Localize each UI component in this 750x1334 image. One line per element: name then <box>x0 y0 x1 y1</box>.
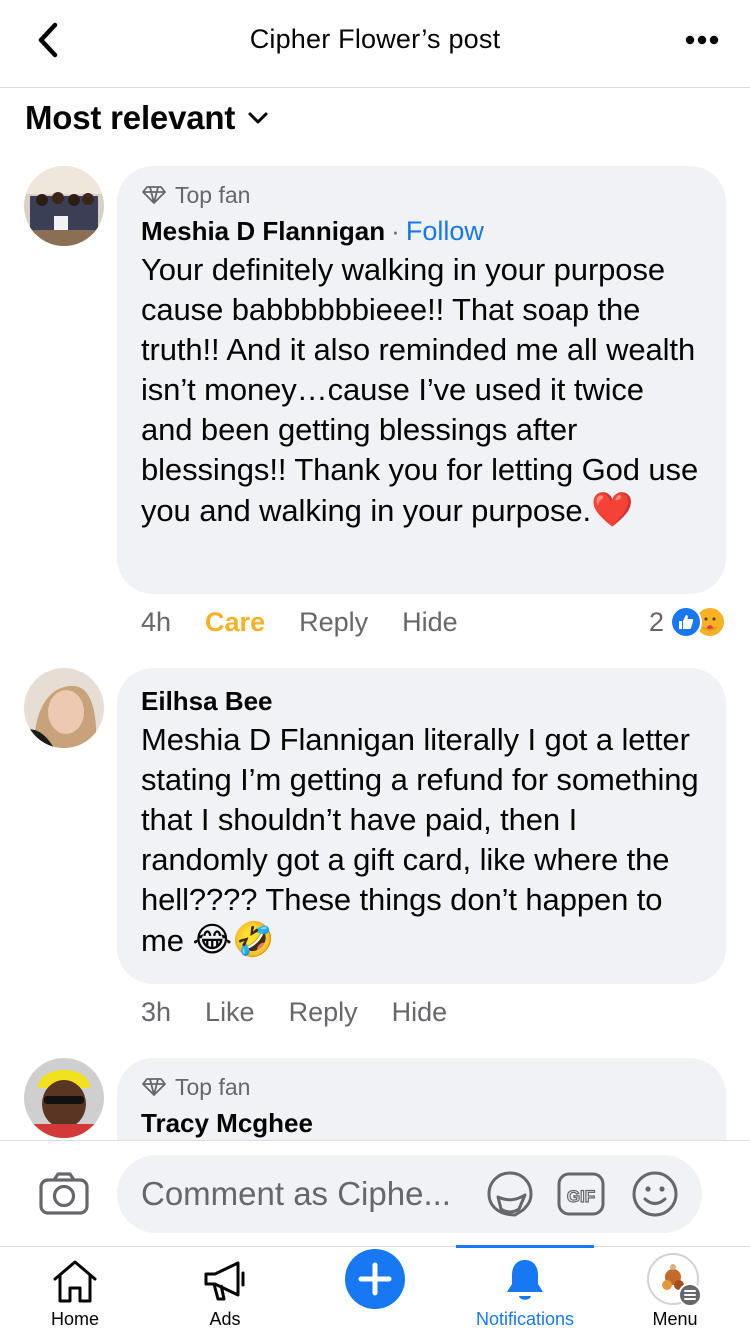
avatar[interactable] <box>24 1058 104 1138</box>
tab-notifications[interactable]: Notifications <box>450 1247 600 1334</box>
tab-ads[interactable]: Ads <box>150 1247 300 1334</box>
follow-link[interactable]: Follow <box>406 216 484 247</box>
comment-text: Meshia D Flannigan literally I got a let… <box>141 722 699 959</box>
sticker-button[interactable] <box>485 1169 535 1219</box>
more-options-button[interactable] <box>680 22 724 58</box>
avatar-photo <box>24 668 104 748</box>
like-button[interactable]: Like <box>205 997 255 1028</box>
avatar[interactable] <box>24 166 104 246</box>
hide-button[interactable]: Hide <box>402 607 458 638</box>
smiley-icon <box>632 1171 678 1217</box>
camera-button[interactable] <box>38 1171 90 1217</box>
svg-text:GIF: GIF <box>567 1187 595 1206</box>
sort-label: Most relevant <box>25 99 236 136</box>
menu-avatar-icon <box>647 1253 702 1307</box>
top-bar: Cipher Flower’s post <box>0 0 750 88</box>
separator-dot: · <box>391 215 400 246</box>
comment-time: 3h <box>141 996 172 1027</box>
camera-icon <box>39 1172 89 1215</box>
tab-menu[interactable]: Menu <box>600 1247 750 1334</box>
avatar[interactable] <box>24 668 104 748</box>
heart-emoji: ❤️ <box>591 491 634 529</box>
bell-icon <box>507 1260 543 1300</box>
comment-text: Your definitely walking in your purpose … <box>141 252 699 529</box>
gif-icon: GIF <box>557 1172 605 1216</box>
comment-author[interactable]: Meshia D Flannigan <box>141 216 385 247</box>
top-fan-badge: Top fan <box>141 180 702 210</box>
comment-bubble[interactable]: Top fan Meshia D Flannigan · Follow Your… <box>117 166 726 594</box>
reaction-summary[interactable]: 2 <box>649 602 726 642</box>
laughing-emoji: 😂🤣 <box>192 921 275 959</box>
hide-button[interactable]: Hide <box>392 997 448 1028</box>
diamond-icon <box>142 186 166 204</box>
like-reaction-icon <box>670 606 702 638</box>
comment-actions: 3h Like Reply Hide <box>141 992 447 1032</box>
tab-label: Home <box>50 1309 99 1329</box>
comment-author[interactable]: Tracy Mcghee <box>141 1108 313 1139</box>
tab-label: Menu <box>652 1309 698 1329</box>
comment-actions: 4h Care Reply Hide <box>141 602 458 642</box>
tab-home[interactable]: Home <box>0 1247 150 1334</box>
care-button[interactable]: Care <box>205 607 265 638</box>
comment-composer: GIF <box>0 1140 750 1246</box>
avatar-photo <box>24 166 104 246</box>
badge-label: Top fan <box>175 1073 251 1100</box>
emoji-button[interactable] <box>630 1169 680 1219</box>
tab-label: Notifications <box>475 1309 575 1329</box>
chevron-down-icon <box>248 112 268 124</box>
megaphone-icon <box>204 1261 245 1301</box>
home-icon <box>53 1260 97 1303</box>
comment-list: Top fan Meshia D Flannigan · Follow Your… <box>0 150 750 1140</box>
tab-create[interactable] <box>300 1247 450 1334</box>
reply-button[interactable]: Reply <box>289 997 358 1028</box>
bottom-tab-bar: Home Ads Notifications Menu <box>0 1245 750 1334</box>
more-dots-icon <box>685 35 719 45</box>
comment-bubble[interactable]: Eilhsa Bee Meshia D Flannigan literally … <box>117 668 726 984</box>
reply-button[interactable]: Reply <box>299 607 368 638</box>
comment-time: 4h <box>141 606 172 637</box>
sort-selector[interactable]: Most relevant <box>25 96 269 140</box>
plus-icon <box>345 1249 405 1309</box>
gif-button[interactable]: GIF <box>556 1169 606 1219</box>
reaction-count: 2 <box>648 606 664 637</box>
sticker-icon <box>487 1171 533 1217</box>
tab-label: Ads <box>209 1309 241 1329</box>
badge-label: Top fan <box>175 181 251 208</box>
avatar-photo <box>24 1058 104 1138</box>
comment-input[interactable] <box>117 1155 702 1233</box>
comment-bubble[interactable]: Top fan Tracy Mcghee <box>117 1058 726 1140</box>
diamond-icon <box>142 1078 166 1096</box>
top-fan-badge: Top fan <box>141 1072 702 1102</box>
page-title: Cipher Flower’s post <box>249 24 501 54</box>
comment-author[interactable]: Eilhsa Bee <box>141 686 273 717</box>
